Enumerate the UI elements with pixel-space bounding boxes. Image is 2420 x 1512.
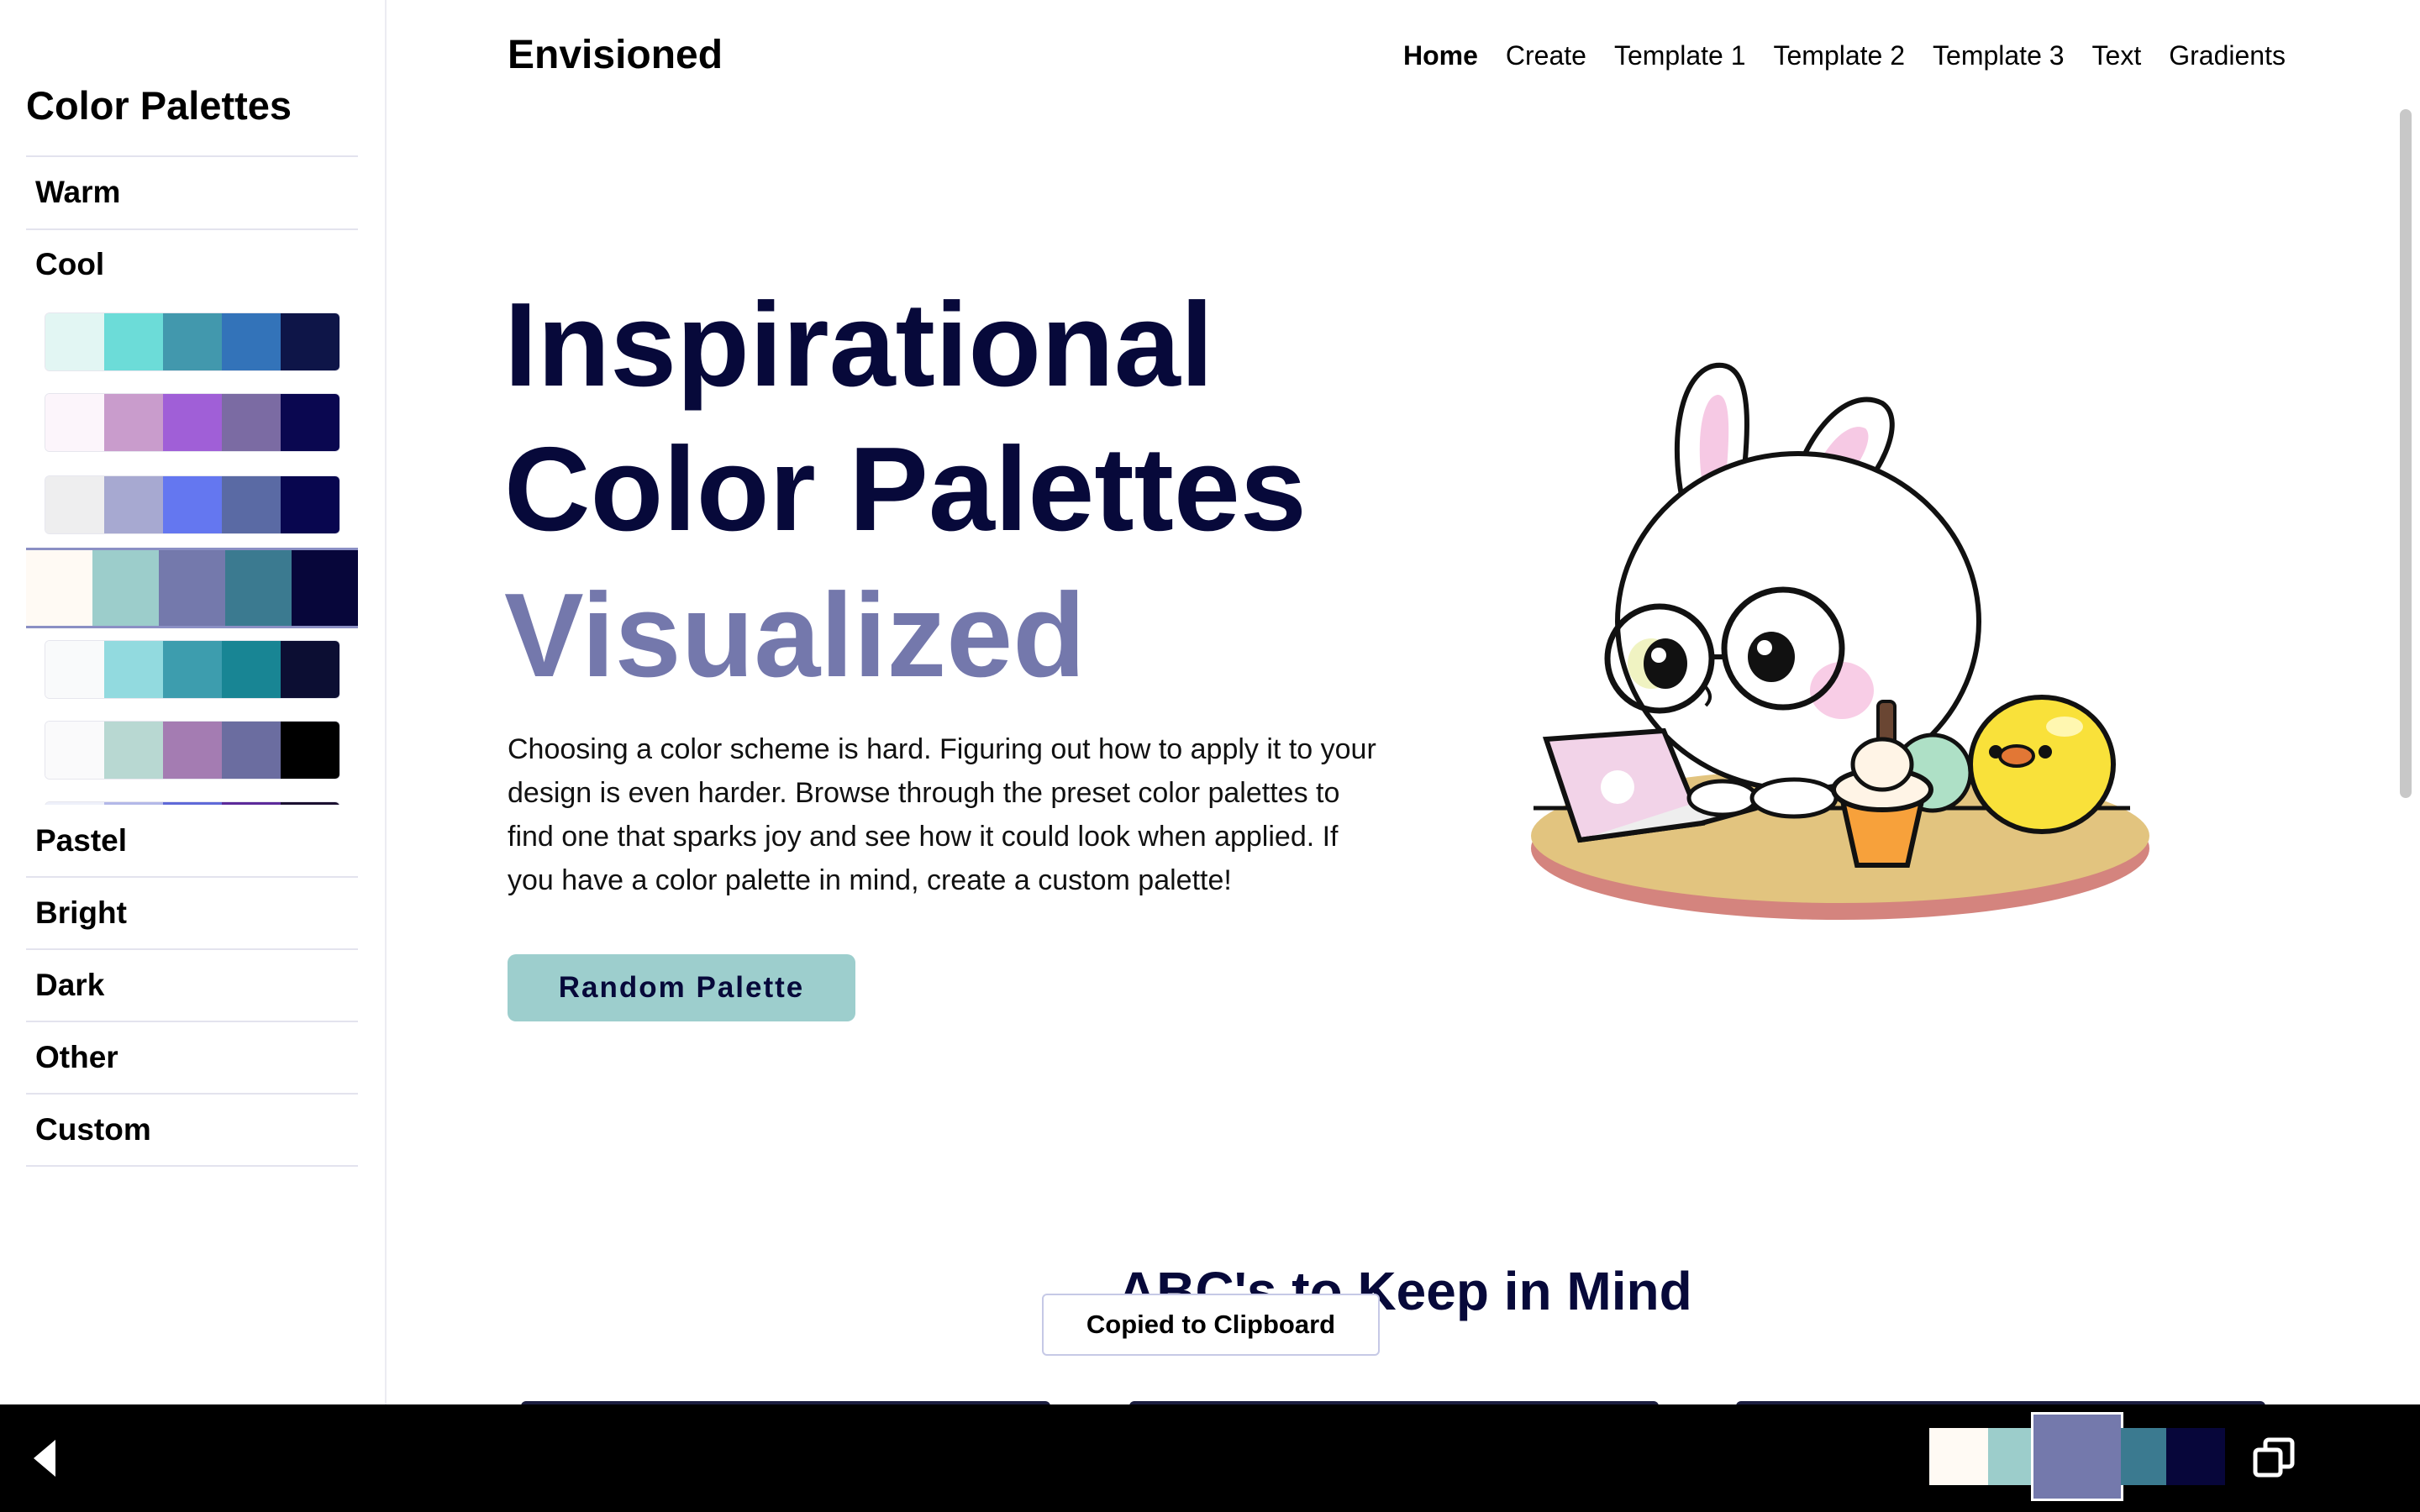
nav-text[interactable]: Text [2092, 40, 2142, 71]
back-triangle-icon[interactable] [29, 1433, 62, 1483]
hero-title-line-1: Inspirational [504, 278, 1214, 412]
divider [26, 1093, 358, 1095]
color-swatch[interactable] [163, 722, 222, 779]
nav-template-1[interactable]: Template 1 [1614, 40, 1746, 71]
color-swatch[interactable] [222, 802, 281, 805]
nav-template-2[interactable]: Template 2 [1773, 40, 1905, 71]
color-swatch[interactable] [45, 641, 104, 698]
color-swatch[interactable] [222, 641, 281, 698]
color-swatch[interactable] [104, 313, 163, 370]
color-swatch[interactable] [222, 394, 281, 451]
palette-row[interactable] [45, 393, 340, 452]
color-swatch[interactable] [281, 641, 339, 698]
nav-home[interactable]: Home [1403, 40, 1478, 71]
bunny-illustration [1531, 362, 2149, 920]
divider [26, 228, 358, 230]
color-swatch[interactable] [45, 722, 104, 779]
color-swatch[interactable] [281, 802, 339, 805]
sidebar-title: Color Palettes [26, 83, 292, 128]
color-swatch[interactable] [26, 550, 92, 626]
brand-logo[interactable]: Envisioned [508, 32, 723, 78]
sidebar-item-custom[interactable]: Custom [35, 1112, 151, 1147]
random-palette-button[interactable]: Random Palette [508, 954, 855, 1021]
divider [26, 948, 358, 950]
current-palette-swatch[interactable] [1929, 1412, 2225, 1501]
hero-title-line-2: Color Palettes [504, 423, 1307, 556]
scrollbar[interactable] [2400, 109, 2412, 798]
sidebar-item-other[interactable]: Other [35, 1040, 118, 1075]
color-swatch[interactable] [163, 641, 222, 698]
palette-row[interactable] [26, 548, 358, 628]
sidebar-item-warm[interactable]: Warm [35, 175, 120, 210]
color-swatch[interactable] [225, 550, 292, 626]
palette-row[interactable] [45, 475, 340, 534]
sidebar: Color Palettes Warm Cool Pastel Bright D… [0, 0, 387, 1404]
color-swatch[interactable] [292, 550, 358, 626]
sidebar-item-pastel[interactable]: Pastel [35, 823, 127, 858]
cool-palette-list[interactable] [26, 296, 358, 805]
color-swatch[interactable] [104, 476, 163, 533]
color-swatch[interactable] [163, 313, 222, 370]
color-swatch[interactable] [45, 802, 104, 805]
nav-gradients[interactable]: Gradients [2169, 40, 2286, 71]
color-swatch[interactable] [45, 394, 104, 451]
palette-row[interactable] [45, 312, 340, 371]
color-swatch[interactable] [45, 313, 104, 370]
color-swatch[interactable] [2121, 1428, 2166, 1485]
color-swatch[interactable] [45, 476, 104, 533]
sidebar-item-cool[interactable]: Cool [35, 247, 104, 282]
color-swatch[interactable] [163, 394, 222, 451]
color-swatch[interactable] [163, 476, 222, 533]
divider [26, 1021, 358, 1022]
color-swatch[interactable] [281, 722, 339, 779]
copy-icon[interactable] [2252, 1436, 2296, 1480]
color-swatch[interactable] [104, 722, 163, 779]
color-swatch[interactable] [1929, 1428, 1988, 1485]
sidebar-item-bright[interactable]: Bright [35, 895, 127, 931]
hero-description: Choosing a color scheme is hard. Figurin… [508, 733, 1376, 896]
color-swatch[interactable] [104, 802, 163, 805]
color-swatch[interactable] [281, 476, 339, 533]
color-swatch[interactable] [159, 550, 225, 626]
color-swatch[interactable] [92, 550, 159, 626]
divider [26, 1165, 358, 1167]
color-swatch[interactable] [104, 394, 163, 451]
palette-row[interactable] [45, 640, 340, 699]
color-swatch[interactable] [281, 394, 339, 451]
color-swatch[interactable] [163, 802, 222, 805]
copied-toast: Copied to Clipboard [1042, 1294, 1380, 1356]
color-swatch[interactable] [281, 313, 339, 370]
nav-create[interactable]: Create [1506, 40, 1586, 71]
color-swatch[interactable] [104, 641, 163, 698]
color-swatch[interactable] [222, 722, 281, 779]
hero-title-line-3: Visualized [504, 569, 1086, 702]
color-swatch[interactable] [1988, 1428, 2033, 1485]
color-swatch[interactable] [2031, 1412, 2123, 1501]
divider [26, 876, 358, 878]
color-swatch[interactable] [2166, 1428, 2225, 1485]
divider [26, 155, 358, 157]
sidebar-item-dark[interactable]: Dark [35, 968, 104, 1003]
nav-template-3[interactable]: Template 3 [1933, 40, 2065, 71]
palette-row[interactable] [45, 721, 340, 780]
color-swatch[interactable] [222, 313, 281, 370]
palette-row[interactable] [45, 801, 340, 805]
top-nav: Home Create Template 1 Template 2 Templa… [1403, 40, 2286, 71]
color-swatch[interactable] [222, 476, 281, 533]
